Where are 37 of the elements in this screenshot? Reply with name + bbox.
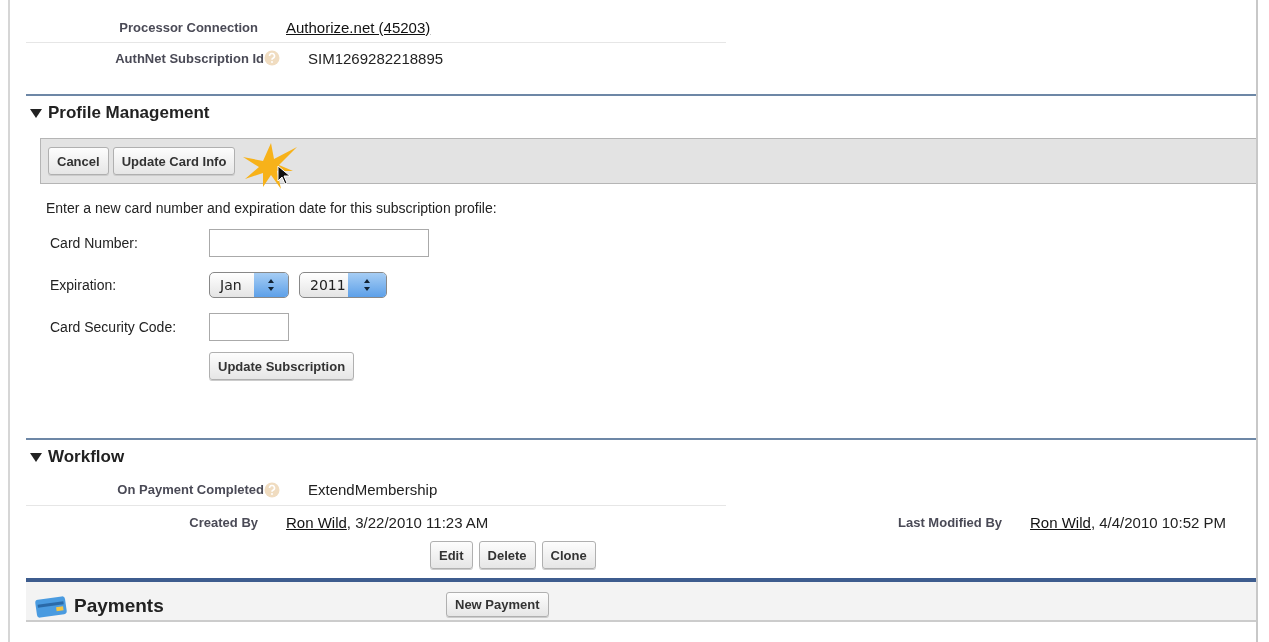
field-value: SIM1269282218895 — [307, 49, 444, 67]
field-label: Created By — [188, 514, 259, 530]
user-link[interactable]: Ron Wild — [286, 513, 347, 531]
action-button[interactable]: Clone — [541, 541, 596, 569]
field-label: Last Modified By — [897, 514, 1004, 530]
card-number-field[interactable] — [209, 229, 429, 257]
timestamp: , 4/4/2010 10:52 PM — [1090, 513, 1226, 531]
action-button[interactable]: Edit — [430, 541, 473, 569]
field-value: ExtendMembership — [307, 481, 438, 498]
value-link[interactable]: Authorize.net (45203) — [286, 18, 431, 36]
action-button[interactable]: Delete — [478, 541, 536, 569]
stepper-arrows-icon[interactable] — [363, 279, 371, 291]
section-title: Payments — [74, 595, 165, 617]
new-payment-button[interactable]: New Payment — [446, 592, 549, 617]
user-link[interactable]: Ron Wild — [1030, 513, 1091, 531]
instructions: Enter a new card number and expiration date for this subscription profile: — [46, 200, 498, 216]
click-burst-icon — [241, 141, 299, 191]
collapse-triangle-icon[interactable] — [30, 451, 42, 463]
toolbar-button[interactable]: Cancel — [48, 147, 109, 175]
field-label: Processor Connection — [119, 19, 258, 35]
section-title: Profile Management — [48, 103, 210, 123]
field-label: On Payment Completed — [117, 482, 264, 497]
field-label: AuthNet Subscription Id — [115, 50, 264, 66]
year-select[interactable]: 2011 — [299, 272, 387, 298]
cursor-icon — [277, 165, 291, 185]
submit-button[interactable]: Update Subscription — [209, 352, 355, 380]
field-label: Card Number: — [50, 235, 139, 251]
credit-card-icon — [34, 594, 68, 618]
toolbar-button[interactable]: Update Card Info — [112, 147, 236, 175]
field-label: Expiration: — [50, 277, 118, 293]
stepper-arrows-icon[interactable] — [267, 279, 275, 291]
month-select[interactable]: Jan — [209, 272, 289, 298]
field-label: Card Security Code: — [50, 319, 178, 335]
section-title: Workflow — [48, 447, 125, 467]
security-code-field[interactable] — [209, 313, 289, 341]
collapse-triangle-icon[interactable] — [30, 107, 42, 119]
timestamp: , 3/22/2010 11:23 AM — [346, 513, 489, 531]
